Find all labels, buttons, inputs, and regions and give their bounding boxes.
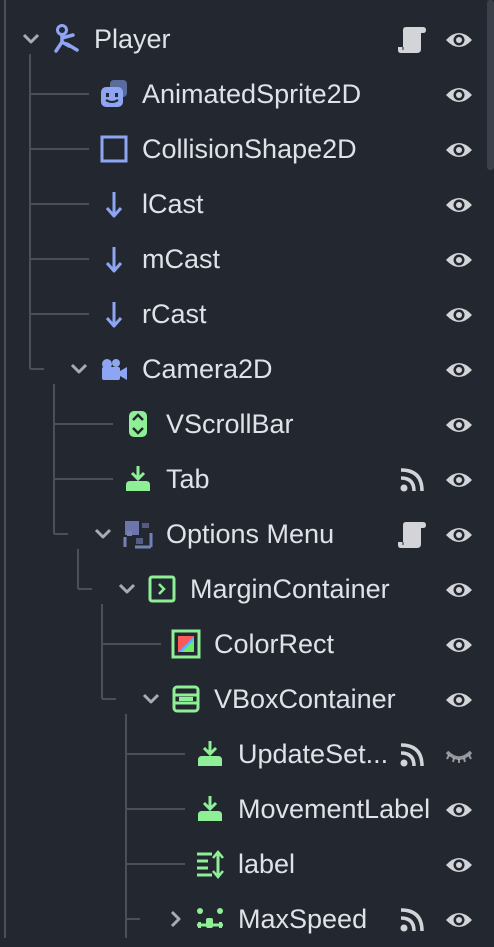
tree-node-label: VBoxContainer: [214, 684, 396, 714]
signal-connection-icon[interactable]: [397, 740, 427, 770]
visibility-eye-icon[interactable]: [444, 80, 474, 110]
scene-tree-panel: Player AnimatedSprite2D CollisionShape2D lC…: [0, 0, 494, 938]
tree-node-lcast[interactable]: lCast: [0, 177, 494, 232]
tree-node-options-menu[interactable]: Options Menu: [0, 507, 494, 562]
tree-node-label: Player: [94, 24, 171, 54]
tree-node-label: MovementLabel: [238, 794, 431, 824]
vscrollbar-icon: [123, 409, 153, 439]
tree-node-animatedsprite2d[interactable]: AnimatedSprite2D: [0, 67, 494, 122]
control-icon: [123, 519, 153, 549]
tree-node-margincontainer[interactable]: MarginContainer: [0, 562, 494, 617]
tree-node-label: UpdateSet...: [238, 739, 389, 769]
tree-node-label: rCast: [142, 299, 207, 329]
color-rect-icon: [171, 629, 201, 659]
tree-node-label: MarginContainer: [190, 574, 390, 604]
script-icon[interactable]: [397, 25, 427, 55]
visibility-eye-icon[interactable]: [444, 25, 474, 55]
raycast-arrow-icon: [99, 244, 129, 274]
tree-node-label: CollisionShape2D: [142, 134, 357, 164]
margin-container-icon: [147, 574, 177, 604]
animated-sprite-icon: [99, 79, 129, 109]
tree-node-label: Camera2D: [142, 354, 273, 384]
tree-node-maxspeed[interactable]: MaxSpeed: [0, 892, 494, 947]
visibility-eye-icon[interactable]: [444, 300, 474, 330]
tree-node-rcast[interactable]: rCast: [0, 287, 494, 342]
expand-arrow-icon[interactable]: [163, 907, 187, 931]
visibility-eye-icon[interactable]: [444, 685, 474, 715]
label-icon: [123, 464, 153, 494]
signal-connection-icon[interactable]: [397, 465, 427, 495]
tree-node-label: Options Menu: [166, 519, 335, 549]
scene-tree-scrollbar[interactable]: [487, 0, 494, 170]
label-icon: [195, 794, 225, 824]
visibility-eye-icon[interactable]: [444, 850, 474, 880]
visibility-eye-icon[interactable]: [444, 190, 474, 220]
hslider-icon: [195, 904, 225, 934]
rich-text-label-icon: [195, 849, 225, 879]
visibility-hidden-icon[interactable]: [444, 740, 474, 770]
tree-node-label: mCast: [142, 244, 221, 274]
signal-connection-icon[interactable]: [397, 905, 427, 935]
visibility-eye-icon[interactable]: [444, 355, 474, 385]
tree-node-label: label: [238, 849, 296, 879]
tree-node-mcast[interactable]: mCast: [0, 232, 494, 287]
visibility-eye-icon[interactable]: [444, 135, 474, 165]
tree-node-label: VScrollBar: [166, 409, 294, 439]
visibility-eye-icon[interactable]: [444, 410, 474, 440]
tree-node-vboxcontainer[interactable]: VBoxContainer: [0, 672, 494, 727]
visibility-eye-icon[interactable]: [444, 245, 474, 275]
tree-node-label[interactable]: label: [0, 837, 494, 892]
label-icon: [195, 739, 225, 769]
collapse-arrow-icon[interactable]: [19, 27, 43, 51]
tree-node-tab[interactable]: Tab: [0, 452, 494, 507]
tree-node-label: AnimatedSprite2D: [142, 79, 362, 109]
tree-node-vscrollbar[interactable]: VScrollBar: [0, 397, 494, 452]
tree-node-camera2d[interactable]: Camera2D: [0, 342, 494, 397]
camera-icon: [99, 354, 129, 384]
collapse-arrow-icon[interactable]: [91, 522, 115, 546]
visibility-eye-icon[interactable]: [444, 575, 474, 605]
visibility-eye-icon[interactable]: [444, 465, 474, 495]
visibility-eye-icon[interactable]: [444, 630, 474, 660]
collapse-arrow-icon[interactable]: [139, 687, 163, 711]
collapse-arrow-icon[interactable]: [115, 577, 139, 601]
tree-node-updateset[interactable]: UpdateSet...: [0, 727, 494, 782]
visibility-eye-icon[interactable]: [444, 795, 474, 825]
tree-node-movementlabel[interactable]: MovementLabel: [0, 782, 494, 837]
character-body-icon: [51, 24, 81, 54]
tree-node-label: MaxSpeed: [238, 904, 368, 934]
raycast-arrow-icon: [99, 299, 129, 329]
tree-node-player[interactable]: Player: [0, 12, 494, 67]
raycast-arrow-icon: [99, 189, 129, 219]
tree-node-colorrect[interactable]: ColorRect: [0, 617, 494, 672]
tree-node-label: ColorRect: [214, 629, 335, 659]
script-icon[interactable]: [397, 520, 427, 550]
vbox-container-icon: [171, 684, 201, 714]
visibility-eye-icon[interactable]: [444, 905, 474, 935]
tree-node-label: Tab: [166, 464, 210, 494]
collision-shape-icon: [99, 134, 129, 164]
tree-node-collisionshape2d[interactable]: CollisionShape2D: [0, 122, 494, 177]
collapse-arrow-icon[interactable]: [67, 357, 91, 381]
visibility-eye-icon[interactable]: [444, 520, 474, 550]
tree-node-label: lCast: [142, 189, 204, 219]
